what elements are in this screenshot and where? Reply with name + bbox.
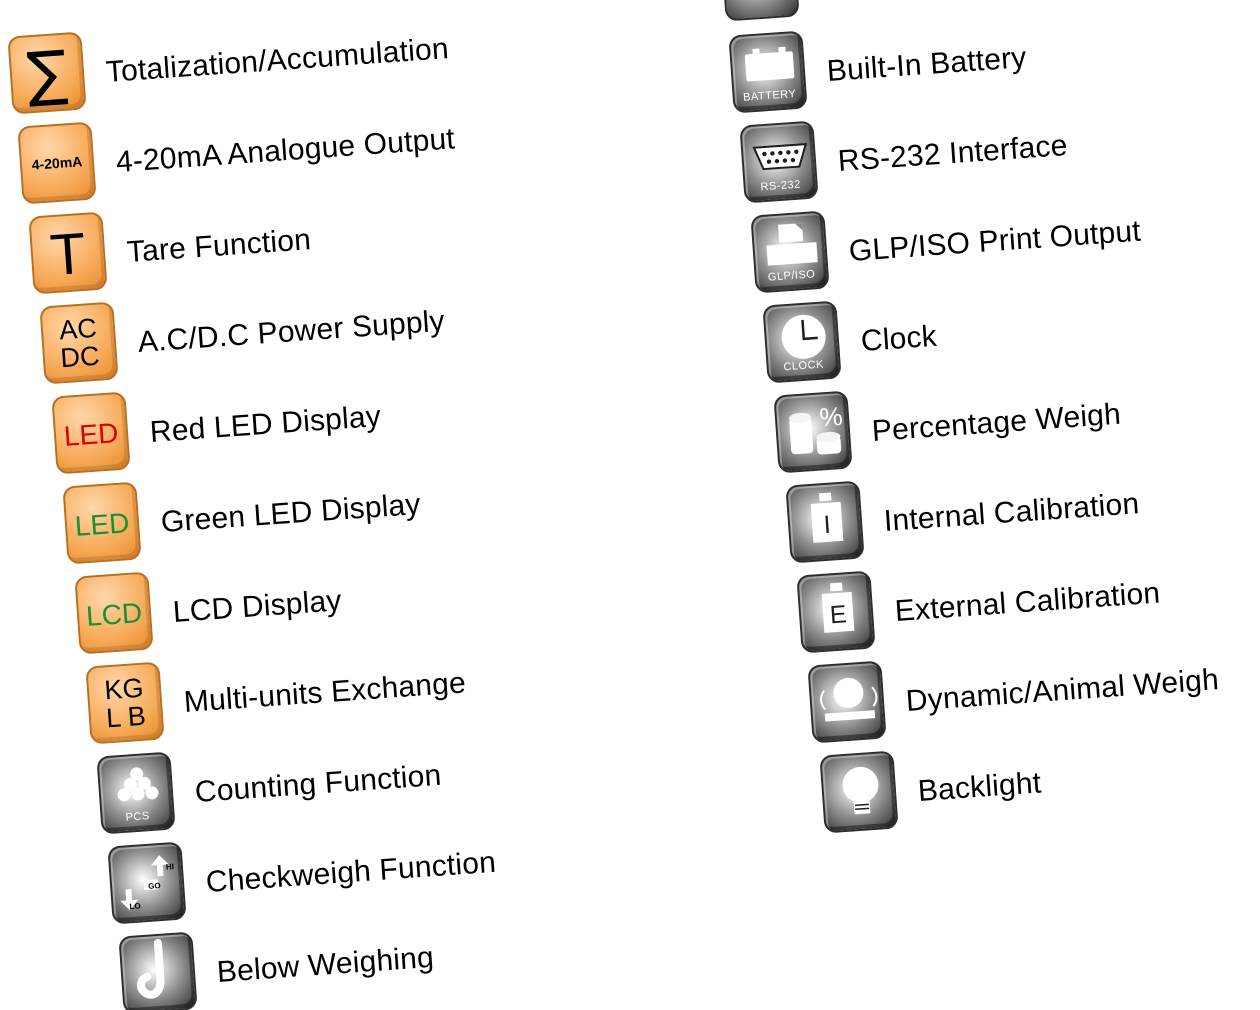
sigma-symbol: ∑ [24, 37, 70, 111]
feature-label: Checkweigh Function [204, 845, 498, 899]
feature-label: Red LED Display [148, 399, 382, 449]
internal-calibration-icon: I [785, 480, 865, 564]
feature-label: Internal Calibration [882, 487, 1141, 538]
feature-label: Dynamic/Animal Weigh [904, 663, 1220, 718]
feature-label: A.C/D.C Power Supply [136, 304, 446, 359]
multi-units-icon: KG L B [85, 661, 165, 745]
power-supply-icon: AC DC [39, 301, 119, 385]
display-symbol: LCD [85, 597, 144, 632]
feature-label: Clock [859, 319, 938, 358]
feature-label: Counting Function [193, 758, 443, 809]
sigma-icon: ∑ [7, 31, 87, 115]
feature-label: Below Weighing [215, 940, 435, 989]
checkweigh-hi-label: HI [165, 862, 175, 872]
feature-row: 4-20mA 4-20mA Analogue Output [17, 121, 456, 205]
hook-icon-graphic [137, 938, 165, 999]
checkweigh-lo-label: LO [129, 901, 142, 912]
feature-label: Tare Function [125, 223, 313, 269]
feature-row: Backlight [819, 750, 1043, 834]
display-symbol: LED [62, 417, 120, 452]
red-led-icon: LED [51, 391, 131, 475]
feature-label: Multi-units Exchange [182, 666, 467, 719]
analogue-output-icon: 4-20mA [17, 121, 97, 205]
feature-row: HI GO LO Checkweigh Function [107, 841, 498, 925]
tare-symbol: T [48, 220, 89, 289]
feature-label: Totalization/Accumulation [104, 32, 450, 89]
feature-row: Below Weighing [118, 931, 435, 1010]
battery-icon: BATTERY [728, 30, 808, 114]
calibration-letter: E [829, 600, 848, 629]
feature-row: PCS Counting Function [96, 751, 443, 835]
feature-label: Percentage Weigh [870, 397, 1122, 448]
feature-row: % Percentage Weigh [773, 390, 1122, 474]
percentage-icon: % [773, 390, 853, 474]
external-calibration-icon: E [796, 570, 876, 654]
rs232-icon: RS-232 [739, 120, 819, 204]
feature-row: RS-232 RS-232 Interface [739, 120, 1069, 204]
feature-row: LCD LCD Display [74, 571, 343, 655]
feature-row: Dynamic/Animal Weigh [807, 660, 1220, 744]
feature-row: ∑ Totalization/Accumulation [7, 31, 450, 115]
feature-row: LED Red LED Display [51, 391, 382, 475]
feature-label: External Calibration [893, 576, 1162, 628]
checkweigh-go-label: GO [147, 881, 161, 891]
feature-row: I Internal Calibration [785, 480, 1141, 564]
feature-row: BATTERY Built-In Battery [728, 30, 1028, 114]
external-calibration-icon-graphic: E [821, 582, 855, 633]
percentage-icon-graphic: % [789, 401, 844, 455]
feature-list: ∑ Totalization/Accumulation 4-20mA 4-20mA A… [0, 0, 1260, 1010]
feature-row: AC DC A.C/D.C Power Supply [39, 301, 446, 385]
hook-icon [118, 931, 198, 1010]
percentage-symbol: % [818, 401, 843, 433]
feature-row: KG L B Multi-units Exchange [85, 661, 467, 745]
analogue-symbol: 4-20mA [31, 153, 83, 173]
feature-label: GLP/ISO Print Output [847, 214, 1142, 268]
feature-label: 4-20mA Analogue Output [114, 122, 456, 179]
feature-label: LCD Display [171, 584, 343, 629]
display-symbol: LED [73, 507, 131, 542]
animal-weigh-icon-graphic [820, 677, 878, 722]
feature-row: GLP/ISO GLP/ISO Print Output [750, 210, 1142, 294]
symbol-bottom: DC [59, 340, 101, 374]
feature-row: LED Green LED Display [62, 481, 422, 565]
feature-row: E External Calibration [796, 570, 1162, 654]
symbol-bottom: L B [105, 700, 147, 734]
animal-weigh-icon [807, 660, 887, 744]
feature-label: Built-In Battery [825, 41, 1028, 88]
lcd-icon: LCD [74, 571, 154, 655]
feature-row: T Tare Function [28, 211, 313, 295]
feature-label: RS-232 Interface [836, 128, 1069, 178]
tare-icon: T [28, 211, 108, 295]
feature-label: Backlight [916, 766, 1043, 808]
print-output-icon: GLP/ISO [750, 210, 830, 294]
clock-icon: CLOCK [762, 300, 842, 384]
feature-icon-sheet: ∑ Totalization/Accumulation 4-20mA 4-20mA A… [0, 0, 1260, 1010]
bulb-icon-graphic [842, 766, 879, 815]
checkweigh-icon: HI GO LO [107, 841, 187, 925]
internal-calibration-icon-graphic: I [810, 492, 844, 543]
counting-icon: PCS [96, 751, 176, 835]
symbol-top: KG [103, 672, 145, 706]
symbol-top: AC [58, 312, 98, 346]
feature-row: CLOCK Clock [762, 300, 938, 384]
feature-label: Green LED Display [159, 487, 422, 539]
bulb-icon [819, 750, 899, 834]
green-led-icon: LED [62, 481, 142, 565]
